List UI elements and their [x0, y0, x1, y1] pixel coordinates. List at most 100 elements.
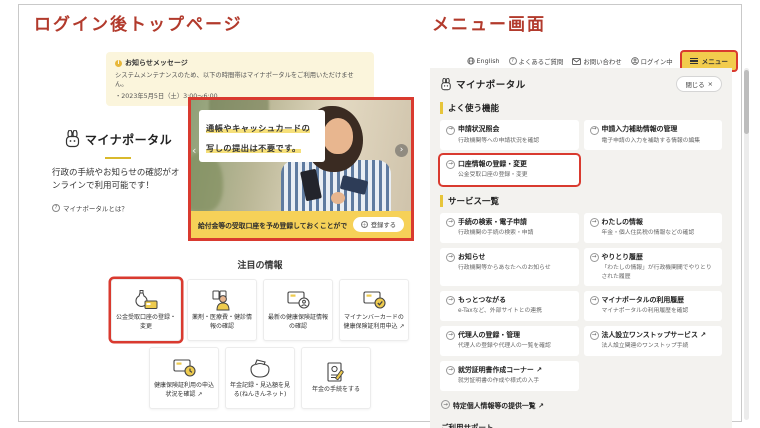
menu-item-title: わたしの情報	[602, 218, 643, 227]
question-icon: ?	[52, 204, 60, 212]
menu-item-notifications[interactable]: →お知らせ 行政機関等からあなたへのお知らせ	[440, 248, 579, 286]
person-circle-icon	[631, 57, 639, 65]
menu-item-desc: マイナポータルの利用履歴を確認	[602, 307, 717, 315]
circle-arrow-icon: →	[590, 331, 599, 340]
menu-item-input-assist[interactable]: →申請入力補助情報の管理 電子申請の入力を補助する情報の編集	[584, 120, 723, 150]
card-check-icon	[361, 289, 387, 311]
menu-item-desc: 代理人の登録や代理人の一覧を確認	[458, 342, 573, 350]
tile-medical-info[interactable]: 薬剤・医療費・健診情報の確認	[187, 279, 257, 341]
tile-label: 年金の手続をする	[312, 386, 360, 394]
tile-pension-record[interactable]: 年金記録・見込額を見る(ねんきんネット)	[225, 347, 295, 409]
brand-name: マイナポータル	[85, 131, 172, 148]
circle-arrow-icon: →	[446, 296, 455, 305]
language-link[interactable]: English	[467, 57, 500, 65]
menu-item-desc: 法人設立関連のワンストップ手続	[602, 342, 717, 350]
contact-link[interactable]: お問い合わせ	[572, 57, 621, 66]
frequent-grid: →申請状況照会 行政機関等への申請状況を確認 →申請入力補助情報の管理 電子申請…	[440, 120, 722, 185]
login-status[interactable]: ログイン中	[631, 57, 673, 66]
brand-row[interactable]: マイナポータル	[52, 130, 184, 148]
menu-item-title: やりとり履歴	[602, 253, 643, 262]
tile-application-status[interactable]: 健康保険証利用の申込状況を確認 ↗	[149, 347, 219, 409]
menu-panel-header: マイナポータル 閉じる ×	[440, 76, 722, 92]
brand-divider	[105, 157, 131, 159]
mail-icon	[572, 58, 581, 65]
featured-info-section: 注目の情報 公金受取口座の登録・変更 薬剤・医療費・健診情報の確認	[100, 258, 420, 415]
photo-hand	[331, 192, 345, 204]
menu-item-title: 代理人の登録・管理	[458, 331, 520, 340]
support-section-heading: ご利用サポート	[441, 422, 722, 428]
left-annotation-title: ログイン後トップページ	[34, 10, 243, 35]
tile-insurance-card-apply[interactable]: マイナンバーカードの健康保険証利用申込 ↗	[339, 279, 409, 341]
menu-item-title: 就労証明書作成コーナー ↗	[458, 366, 542, 375]
menu-close-button[interactable]: 閉じる ×	[676, 76, 722, 92]
menu-brand: マイナポータル	[440, 77, 526, 91]
menu-panel: マイナポータル 閉じる × よく使う機能 →申請状況照会 行政機関等への申請状況…	[430, 68, 732, 428]
notice-title-row: i お知らせメッセージ	[115, 58, 365, 68]
circle-arrow-icon: →	[446, 366, 455, 375]
banner-strip-text: 給付金等の受取口座を予め登録しておくことができ...	[198, 220, 348, 230]
menu-item-desc: 公金受取口座の登録・変更	[458, 171, 573, 179]
menu-item-title: お知らせ	[458, 253, 485, 262]
register-button-label: 登録する	[371, 220, 396, 229]
brand-block: マイナポータル 行政の手続やお知らせの確認がオンラインで利用可能です！ ? マイ…	[52, 130, 184, 213]
tile-latest-insurance-card[interactable]: 最新の健康保険証情報の確認	[263, 279, 333, 341]
banner-caption: 通帳やキャッシュカードの写しの提出は不要です。	[206, 123, 310, 153]
tile-label: 薬剤・医療費・健診情報の確認	[191, 314, 253, 331]
bank-account-banner[interactable]: 通帳やキャッシュカードの写しの提出は不要です。 ‹ › 給付金等の受取口座を予め…	[188, 97, 414, 241]
hamburger-icon	[690, 56, 698, 65]
globe-icon	[467, 57, 475, 65]
tile-row-2: 健康保険証利用の申込状況を確認 ↗ 年金記録・見込額を見る(ねんきんネット) 年…	[100, 347, 420, 409]
notice-title: お知らせメッセージ	[125, 58, 188, 68]
menu-item-title: もっとつながる	[458, 296, 506, 305]
tile-label: 公金受取口座の登録・変更	[115, 314, 177, 331]
menu-brand-name: マイナポータル	[456, 77, 526, 91]
tile-public-fund-account[interactable]: 公金受取口座の登録・変更	[111, 279, 181, 341]
menu-item-more-connect[interactable]: →もっとつながる e-Taxなど、外部サイトとの連携	[440, 291, 579, 321]
close-button-label: 閉じる	[685, 80, 704, 89]
menu-item-bank-account[interactable]: →口座情報の登録・変更 公金受取口座の登録・変更	[440, 155, 579, 185]
menu-item-exchange-history[interactable]: →やりとり履歴 「わたしの情報」が行政機関間でやりとりされた履歴	[584, 248, 723, 286]
menu-item-usage-history[interactable]: →マイナポータルの利用履歴 マイナポータルの利用履歴を確認	[584, 291, 723, 321]
circle-arrow-icon: →	[590, 296, 599, 305]
language-label: English	[477, 57, 500, 65]
menu-item-procedure-search[interactable]: →手続の検索・電子申請 行政機関の手続の検索・申請	[440, 213, 579, 243]
register-button[interactable]: ＋ 登録する	[353, 217, 404, 232]
document-pencil-icon	[323, 361, 349, 383]
menu-item-desc: 行政機関等からあなたへのお知らせ	[458, 264, 573, 272]
carousel-next-icon[interactable]: ›	[395, 144, 408, 157]
menu-item-corporate-onestop[interactable]: →法人設立ワンストップサービス ↗ 法人設立関連のワンストップ手続	[584, 326, 723, 356]
circle-arrow-icon: →	[446, 218, 455, 227]
menu-item-work-certificate[interactable]: →就労証明書作成コーナー ↗ 就労証明書の作成や様式の入手	[440, 361, 579, 391]
about-mynaportal-link[interactable]: ? マイナポータルとは？	[52, 203, 184, 213]
menu-item-application-status[interactable]: →申請状況照会 行政機関等への申請状況を確認	[440, 120, 579, 150]
right-annotation-title: メニュー画面	[432, 10, 546, 35]
tile-pension-procedure[interactable]: 年金の手続をする	[301, 347, 371, 409]
about-link-label: マイナポータルとは？	[63, 203, 128, 213]
frequent-section-heading: よく使う機能	[440, 102, 722, 114]
banner-strip: 給付金等の受取口座を予め登録しておくことができ... ＋ 登録する	[191, 211, 411, 238]
login-top-page: ログイン後トップページ i お知らせメッセージ システムメンテナンスのため、以下…	[30, 8, 422, 412]
tile-row-1: 公金受取口座の登録・変更 薬剤・医療費・健診情報の確認 最新の健康保険証情報の確…	[100, 279, 420, 341]
specific-personal-info-link[interactable]: → 特定個人情報等の提供一覧 ↗	[441, 400, 722, 410]
menu-item-agent-management[interactable]: →代理人の登録・管理 代理人の登録や代理人の一覧を確認	[440, 326, 579, 356]
menu-item-title: 手続の検索・電子申請	[458, 218, 527, 227]
menu-item-my-info[interactable]: →わたしの情報 年金・個人住民税の情報などの確認	[584, 213, 723, 243]
menu-item-desc: 行政機関等への申請状況を確認	[458, 137, 573, 145]
circle-arrow-icon: →	[446, 331, 455, 340]
menu-item-desc: 年金・個人住民税の情報などの確認	[602, 229, 717, 237]
menu-scrollbar[interactable]	[744, 68, 749, 420]
mynaportal-logo-icon	[64, 130, 81, 148]
tile-label: 健康保険証利用の申込状況を確認 ↗	[153, 382, 215, 399]
mynaportal-logo-icon	[440, 78, 452, 91]
circle-arrow-icon: →	[590, 126, 599, 135]
notice-body: システムメンテナンスのため、以下の時間帯はマイナポータルをご利用いただけません。	[115, 71, 365, 90]
faq-link[interactable]: ? よくあるご質問	[509, 57, 564, 66]
carousel-prev-icon[interactable]: ‹	[192, 144, 196, 157]
question-circle-icon: ?	[509, 57, 517, 65]
menu-item-desc: 「わたしの情報」が行政機関間でやりとりされた履歴	[602, 264, 717, 281]
specific-personal-info-label: 特定個人情報等の提供一覧 ↗	[453, 400, 544, 410]
photo-person-face	[323, 118, 353, 154]
menu-item-title: 口座情報の登録・変更	[458, 160, 527, 169]
scrollbar-thumb[interactable]	[744, 70, 749, 134]
banner-caption-box: 通帳やキャッシュカードの写しの提出は不要です。	[199, 110, 325, 162]
